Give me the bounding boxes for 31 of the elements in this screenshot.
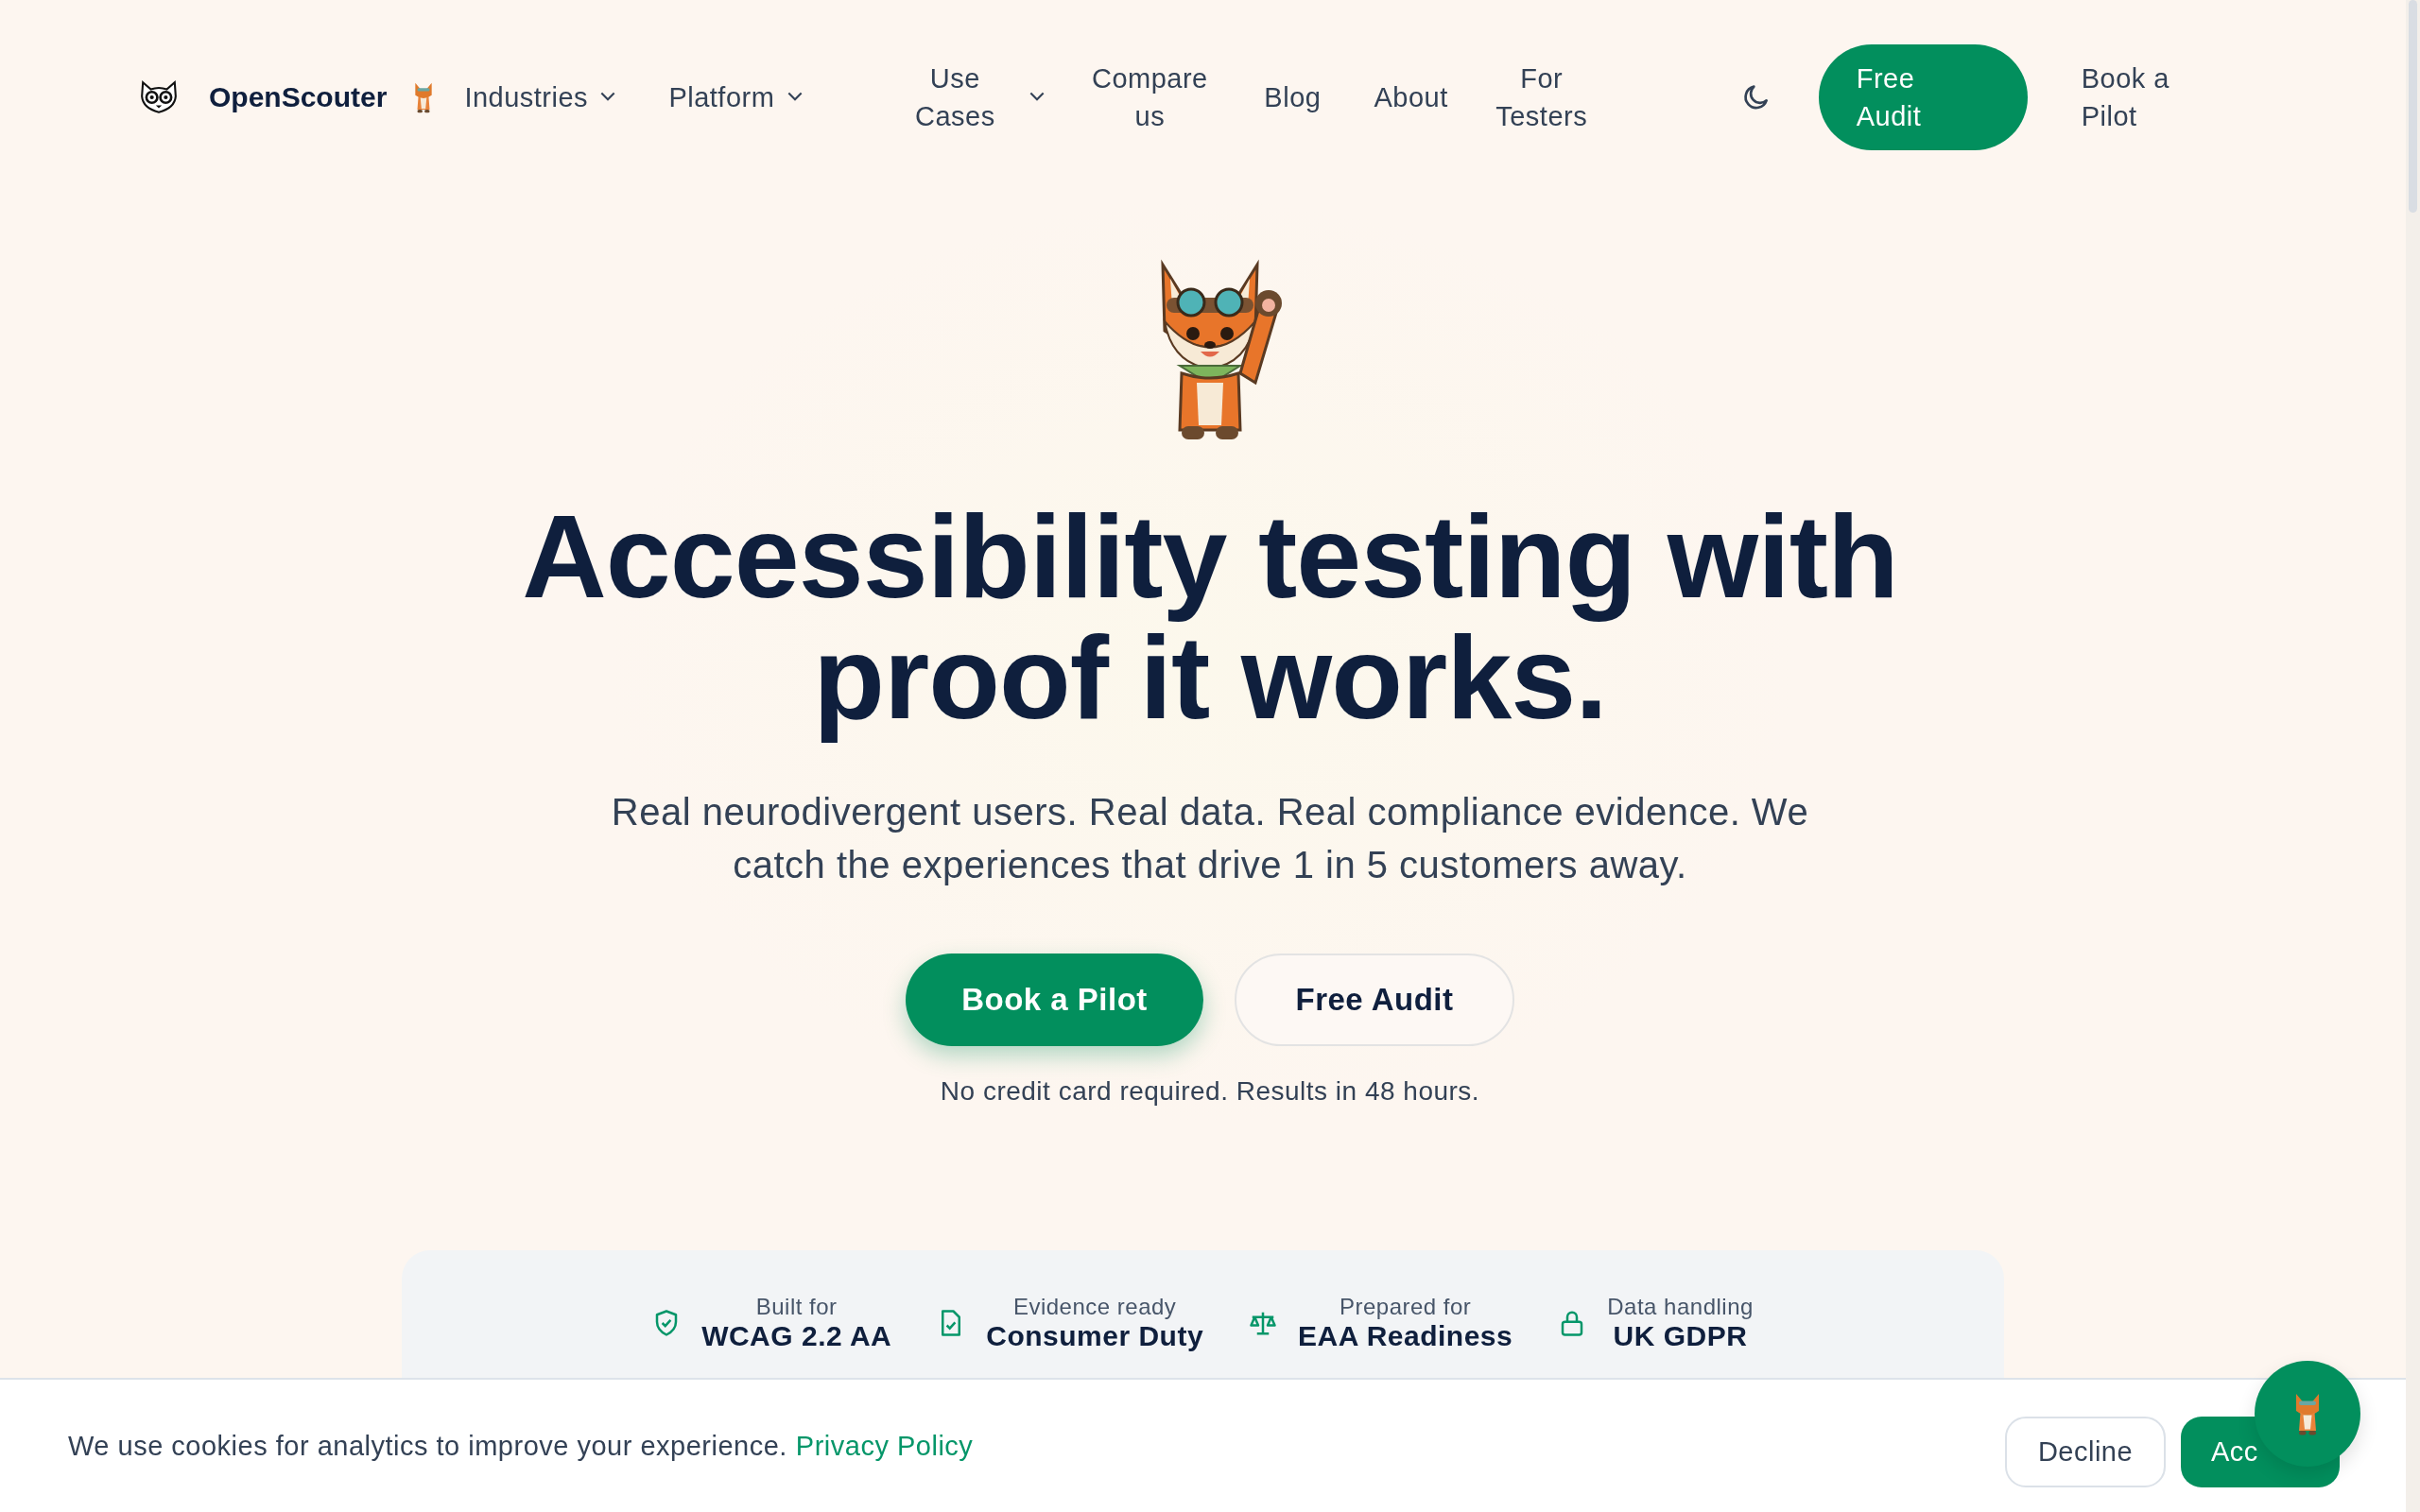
decline-button[interactable]: Decline bbox=[2005, 1416, 2166, 1487]
trust-value: WCAG 2.2 AA bbox=[701, 1320, 892, 1352]
scrollbar-thumb[interactable] bbox=[2409, 0, 2417, 213]
trust-caption: Prepared for bbox=[1339, 1294, 1472, 1320]
chevron-down-icon bbox=[1029, 92, 1046, 102]
nav-link[interactable]: Use Cases bbox=[893, 59, 1046, 135]
brand-name[interactable]: OpenScouter bbox=[209, 80, 388, 113]
privacy-policy-link[interactable]: Privacy Policy bbox=[795, 1430, 974, 1462]
trust-caption: Data handling bbox=[1607, 1294, 1754, 1320]
nav-link[interactable]: Compare us bbox=[1088, 59, 1212, 135]
nav-link[interactable]: Industries bbox=[464, 77, 616, 116]
trust-caption: Built for bbox=[755, 1294, 838, 1320]
book-pilot-link[interactable]: Book a Pilot bbox=[2081, 59, 2186, 135]
chevron-down-icon bbox=[600, 92, 616, 102]
free-audit-button[interactable]: Free Audit bbox=[1235, 954, 1514, 1046]
hero-subtitle: Real neurodivergent users. Real data. Real compliance evidence. We catch the experiences that drive 1 in 5 customers away. bbox=[610, 790, 1810, 887]
nav-link[interactable]: Platform bbox=[668, 77, 804, 116]
nav-link[interactable]: For Testers bbox=[1479, 59, 1603, 135]
trust-value: UK GDPR bbox=[1613, 1320, 1748, 1352]
hero-headline: Accessibility testing with proof it works. bbox=[521, 496, 1899, 745]
nav-link[interactable]: About bbox=[1374, 77, 1448, 116]
hero-note: No credit card required. Results in 48 hours. bbox=[940, 1076, 1480, 1107]
free-audit-button[interactable]: Free Audit bbox=[1818, 43, 2028, 150]
trust-caption: Evidence ready bbox=[1012, 1294, 1177, 1320]
book-pilot-button[interactable]: Book a Pilot bbox=[906, 954, 1203, 1046]
cookie-message: We use cookies for analytics to improve your experience. bbox=[68, 1430, 787, 1462]
trust-value: EAA Readiness bbox=[1298, 1320, 1513, 1352]
scrollbar[interactable] bbox=[2406, 0, 2420, 1512]
chevron-down-icon bbox=[787, 92, 804, 102]
trust-value: Consumer Duty bbox=[986, 1320, 1204, 1352]
nav-link[interactable]: Blog bbox=[1264, 67, 1322, 127]
